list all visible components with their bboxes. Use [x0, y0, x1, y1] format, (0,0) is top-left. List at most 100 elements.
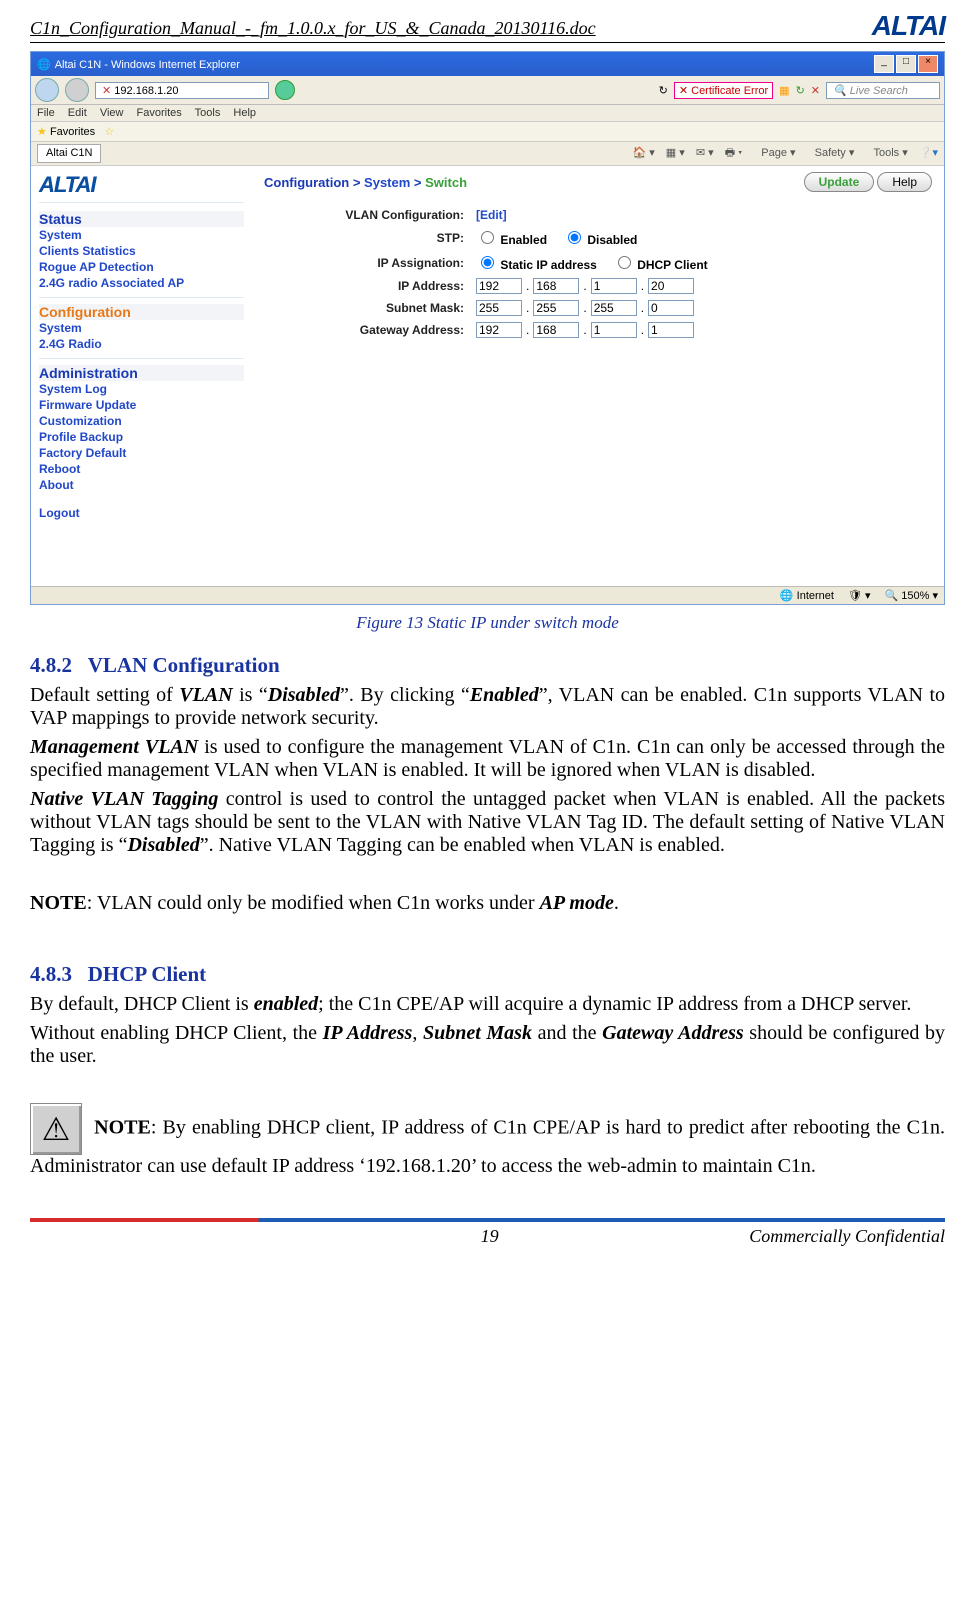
ip-octet-4[interactable] [648, 278, 694, 294]
screenshot-ie-window: 🌐Altai C1N - Windows Internet Explorer _… [30, 51, 945, 605]
menu-view[interactable]: View [100, 107, 124, 119]
ip-dhcp-option[interactable]: DHCP Client [613, 253, 708, 272]
feed-icon[interactable]: ▦ ▾ [666, 147, 685, 159]
menu-favorites[interactable]: Favorites [137, 107, 182, 119]
ip-address-label: IP Address: [264, 279, 464, 293]
ip-octet-1[interactable] [476, 278, 522, 294]
para-native-vlan: Native VLAN Tagging control is used to c… [30, 788, 945, 857]
footer-rule [30, 1218, 945, 1222]
stp-disabled-option[interactable]: Disabled [563, 228, 637, 247]
sidebar-item-customization[interactable]: Customization [39, 413, 244, 429]
breadcrumb-bar: Configuration > System > Switch Update H… [264, 172, 932, 196]
menu-tools[interactable]: Tools [195, 107, 221, 119]
para-note2: ⚠ NOTE: By enabling DHCP client, IP addr… [30, 1103, 945, 1178]
search-field[interactable]: 🔍 Live Search [826, 82, 940, 99]
stp-label: STP: [264, 231, 464, 245]
menu-edit[interactable]: Edit [68, 107, 87, 119]
doc-filename: C1n_Configuration_Manual_-_fm_1.0.0.x_fo… [30, 10, 596, 39]
certificate-error[interactable]: ✕ Certificate Error [674, 82, 773, 99]
stop-icon[interactable]: ✕ [811, 84, 820, 97]
sidebar-item-logout[interactable]: Logout [39, 505, 244, 521]
gw-octet-1[interactable] [476, 322, 522, 338]
para-dhcp-without: Without enabling DHCP Client, the IP Add… [30, 1022, 945, 1068]
heading-482: 4.8.2 VLAN Configuration [30, 653, 945, 678]
altai-logo: ALTAI [872, 10, 945, 42]
sidebar-item-profile-backup[interactable]: Profile Backup [39, 429, 244, 445]
sm-octet-2[interactable] [533, 300, 579, 316]
address-bar: ✕ 192.168.1.20 ↻ ✕ Certificate Error ▦ ↻… [31, 76, 944, 105]
sidebar-item-rogue[interactable]: Rogue AP Detection [39, 259, 244, 275]
sidebar-item-cfg-24g[interactable]: 2.4G Radio [39, 336, 244, 352]
sidebar-heading-status: Status [39, 211, 244, 227]
breadcrumb: Configuration > System > Switch [264, 175, 467, 190]
sidebar-item-system[interactable]: System [39, 227, 244, 243]
gateway-label: Gateway Address: [264, 323, 464, 337]
document-body: 4.8.2 VLAN Configuration Default setting… [30, 653, 945, 1178]
protected-mode-icon: 🛡 ▾ [848, 589, 871, 602]
subnet-label: Subnet Mask: [264, 301, 464, 315]
sidebar-item-syslog[interactable]: System Log [39, 381, 244, 397]
sidebar-logo: ALTAI [39, 172, 244, 203]
favorites-bar: ★ Favorites ☆ [31, 122, 944, 142]
safety-menu[interactable]: Safety ▾ [807, 147, 855, 159]
figure-caption: Figure 13 Static IP under switch mode [30, 613, 945, 633]
page-menu[interactable]: Page ▾ [753, 147, 795, 159]
ip-assign-label: IP Assignation: [264, 256, 464, 270]
sidebar-item-firmware[interactable]: Firmware Update [39, 397, 244, 413]
tools-menu[interactable]: Tools ▾ [865, 147, 907, 159]
gw-octet-2[interactable] [533, 322, 579, 338]
sidebar-item-about[interactable]: About [39, 477, 244, 493]
browser-tab[interactable]: Altai C1N [37, 144, 101, 163]
page-tools: 🏠 ▾ ▦ ▾ ✉ ▾ 🖶 ▾ Page ▾ Safety ▾ Tools ▾ … [624, 144, 938, 163]
ip-octet-3[interactable] [591, 278, 637, 294]
tab-bar: Altai C1N 🏠 ▾ ▦ ▾ ✉ ▾ 🖶 ▾ Page ▾ Safety … [31, 142, 944, 166]
print-icon[interactable]: 🖶 ▾ [725, 147, 743, 159]
sm-octet-4[interactable] [648, 300, 694, 316]
update-button[interactable]: Update [804, 172, 875, 192]
go-button[interactable] [275, 80, 295, 100]
mail-icon[interactable]: ✉ ▾ [696, 147, 714, 159]
close-button[interactable]: × [918, 55, 938, 73]
refresh-icon[interactable]: ↻ [659, 84, 668, 97]
heading-483: 4.8.3 DHCP Client [30, 962, 945, 987]
sm-octet-3[interactable] [591, 300, 637, 316]
rss-icon[interactable]: ▦ [779, 84, 789, 97]
status-internet: Internet [780, 589, 834, 602]
help-button[interactable]: Help [877, 172, 932, 192]
sidebar-item-factory-default[interactable]: Factory Default [39, 445, 244, 461]
sidebar-item-24g-ap[interactable]: 2.4G radio Associated AP [39, 275, 244, 291]
para-note1: NOTE: VLAN could only be modified when C… [30, 892, 945, 915]
forward-button[interactable] [65, 78, 89, 102]
window-title: 🌐Altai C1N - Windows Internet Explorer [37, 58, 240, 71]
ip-static-option[interactable]: Static IP address [476, 253, 597, 272]
help-icon[interactable]: ❔▾ [919, 147, 938, 159]
page-footer: 19 Commercially Confidential [30, 1218, 945, 1247]
gw-octet-4[interactable] [648, 322, 694, 338]
sidebar-item-reboot[interactable]: Reboot [39, 461, 244, 477]
sidebar-item-cfg-system[interactable]: System [39, 320, 244, 336]
window-buttons: _ □ × [874, 55, 938, 73]
maximize-button[interactable]: □ [896, 55, 916, 73]
vlan-edit-link[interactable]: [Edit] [476, 208, 507, 222]
favorites-label[interactable]: Favorites [50, 126, 95, 138]
url-field[interactable]: ✕ 192.168.1.20 [95, 82, 269, 99]
para-mgmt-vlan: Management VLAN is used to configure the… [30, 736, 945, 782]
favorites-star-icon[interactable]: ★ [37, 126, 47, 138]
menu-help[interactable]: Help [233, 107, 256, 119]
back-button[interactable] [35, 78, 59, 102]
sidebar-heading-config: Configuration [39, 304, 244, 320]
main-panel: Configuration > System > Switch Update H… [252, 166, 944, 586]
fav-icon-2[interactable]: ☆ [104, 126, 114, 138]
sidebar-item-clients[interactable]: Clients Statistics [39, 243, 244, 259]
menu-file[interactable]: File [37, 107, 55, 119]
sidebar: ALTAI Status System Clients Statistics R… [31, 166, 252, 586]
page-number: 19 [230, 1226, 749, 1247]
stp-enabled-option[interactable]: Enabled [476, 228, 547, 247]
home-icon[interactable]: 🏠 ▾ [632, 147, 654, 159]
refresh-icon-2[interactable]: ↻ [796, 84, 805, 97]
zoom-level[interactable]: 🔍 150% ▾ [885, 589, 938, 602]
minimize-button[interactable]: _ [874, 55, 894, 73]
gw-octet-3[interactable] [591, 322, 637, 338]
sm-octet-1[interactable] [476, 300, 522, 316]
ip-octet-2[interactable] [533, 278, 579, 294]
